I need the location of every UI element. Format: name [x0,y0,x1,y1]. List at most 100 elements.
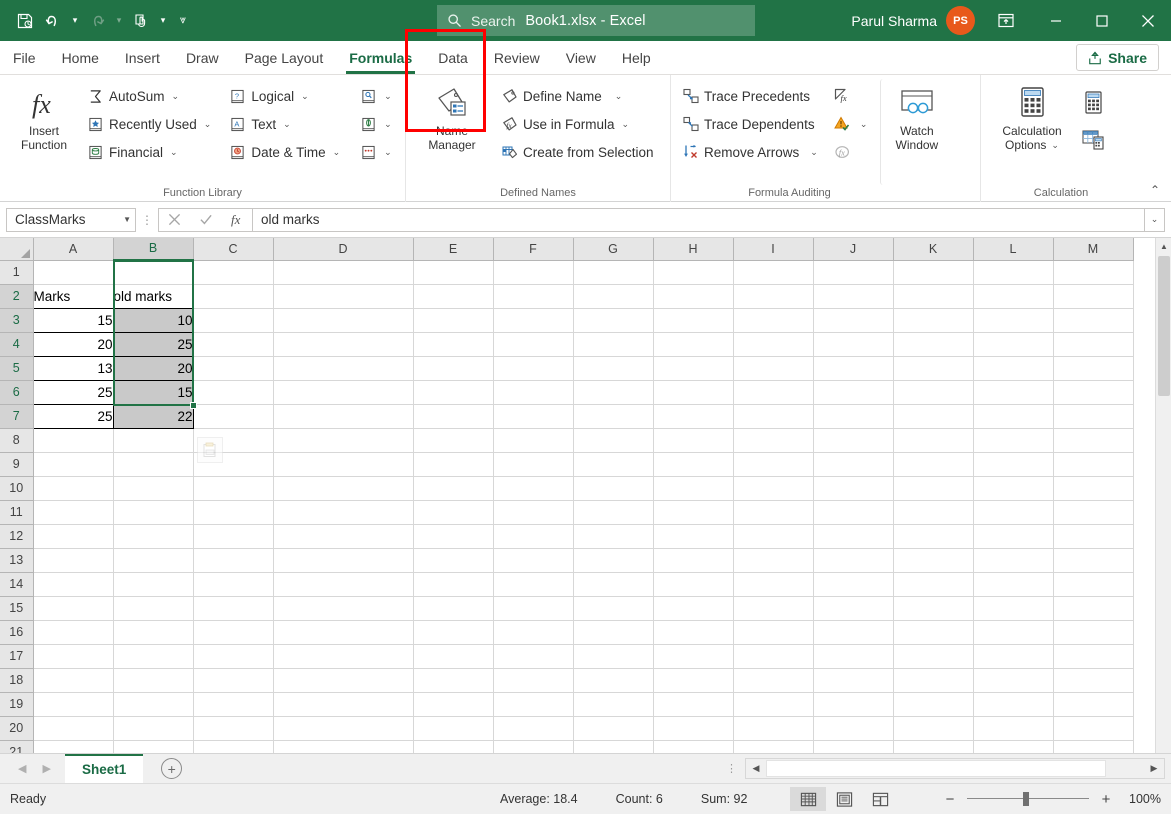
column-header-a[interactable]: A [33,238,114,261]
date-time-button[interactable]: Date & Time ⌄ [224,138,345,166]
row-header-19[interactable]: 19 [0,692,34,717]
cell-a19[interactable] [33,692,114,717]
cell-h21[interactable] [653,740,734,753]
cell-c15[interactable] [193,596,274,621]
cell-c11[interactable] [193,500,274,525]
autosum-button[interactable]: AutoSum ⌄ [82,82,216,110]
cell-a17[interactable] [33,644,114,669]
cell-g13[interactable] [573,548,654,573]
cell-d13[interactable] [273,548,414,573]
chevron-down-icon[interactable]: ⌄ [204,119,212,130]
cell-f5[interactable] [493,356,574,381]
cell-c18[interactable] [193,668,274,693]
redo-dropdown-icon[interactable]: ▾ [112,8,126,34]
cell-a11[interactable] [33,500,114,525]
cell-j14[interactable] [813,572,894,597]
zoom-in-button[interactable]: + [1099,791,1113,808]
cell-j2[interactable] [813,284,894,309]
cell-l5[interactable] [973,356,1054,381]
cell-c4[interactable] [193,332,274,357]
cell-g11[interactable] [573,500,654,525]
cell-a10[interactable] [33,476,114,501]
cell-f9[interactable] [493,452,574,477]
cell-f11[interactable] [493,500,574,525]
cell-c19[interactable] [193,692,274,717]
cell-a13[interactable] [33,548,114,573]
cell-m4[interactable] [1053,332,1134,357]
zoom-level[interactable]: 100% [1123,792,1161,806]
select-all-button[interactable] [0,238,34,261]
cell-b20[interactable] [113,716,194,741]
cell-l1[interactable] [973,260,1054,285]
scroll-left-icon[interactable]: ◀ [746,759,766,778]
cell-m1[interactable] [1053,260,1134,285]
row-header-5[interactable]: 5 [0,356,34,381]
cell-f6[interactable] [493,380,574,405]
cell-h18[interactable] [653,668,734,693]
row-header-10[interactable]: 10 [0,476,34,501]
cell-f21[interactable] [493,740,574,753]
chevron-down-icon[interactable]: ⌄ [1051,138,1059,152]
cell-d11[interactable] [273,500,414,525]
cell-e3[interactable] [413,308,494,333]
cell-m11[interactable] [1053,500,1134,525]
tab-view[interactable]: View [553,42,609,74]
cell-l17[interactable] [973,644,1054,669]
zoom-slider[interactable] [967,792,1089,806]
cell-j19[interactable] [813,692,894,717]
cell-m15[interactable] [1053,596,1134,621]
cell-h15[interactable] [653,596,734,621]
status-sum[interactable]: Sum: 92 [701,792,748,806]
cell-a1[interactable] [33,260,114,285]
redo-icon[interactable] [84,8,110,34]
cell-m20[interactable] [1053,716,1134,741]
cell-e18[interactable] [413,668,494,693]
cell-a15[interactable] [33,596,114,621]
cell-j21[interactable] [813,740,894,753]
calculate-sheet-button[interactable] [1077,123,1110,155]
cell-c10[interactable] [193,476,274,501]
cell-m19[interactable] [1053,692,1134,717]
cell-e16[interactable] [413,620,494,645]
cell-b12[interactable] [113,524,194,549]
row-header-1[interactable]: 1 [0,260,34,285]
insert-function-button[interactable]: fx Insert Function [6,79,82,185]
cell-b8[interactable] [113,428,194,453]
cell-d10[interactable] [273,476,414,501]
cell-b21[interactable] [113,740,194,753]
zoom-slider-thumb[interactable] [1023,792,1029,806]
page-break-preview-icon[interactable] [862,787,898,811]
row-header-11[interactable]: 11 [0,500,34,525]
cell-g9[interactable] [573,452,654,477]
cell-k17[interactable] [893,644,974,669]
cell-b6[interactable]: 15 [112,379,194,405]
cell-i16[interactable] [733,620,814,645]
trace-dependents-button[interactable]: Trace Dependents [677,110,823,138]
cell-e10[interactable] [413,476,494,501]
cell-g15[interactable] [573,596,654,621]
cell-b19[interactable] [113,692,194,717]
cell-g12[interactable] [573,524,654,549]
column-header-h[interactable]: H [653,238,734,261]
cell-i1[interactable] [733,260,814,285]
cell-k6[interactable] [893,380,974,405]
cell-i21[interactable] [733,740,814,753]
cell-e9[interactable] [413,452,494,477]
cell-h8[interactable] [653,428,734,453]
cell-b9[interactable] [113,452,194,477]
column-header-g[interactable]: G [573,238,654,261]
touch-mode-icon[interactable] [128,8,154,34]
cell-l6[interactable] [973,380,1054,405]
cell-e19[interactable] [413,692,494,717]
cell-m12[interactable] [1053,524,1134,549]
ribbon-display-options-icon[interactable] [979,0,1033,41]
horizontal-scroll-track[interactable] [766,759,1144,778]
cell-j16[interactable] [813,620,894,645]
cell-g20[interactable] [573,716,654,741]
cell-d1[interactable] [273,260,414,285]
cell-h9[interactable] [653,452,734,477]
cell-d17[interactable] [273,644,414,669]
cell-h7[interactable] [653,404,734,429]
cell-e15[interactable] [413,596,494,621]
remove-arrows-button[interactable]: Remove Arrows ⌄ [677,138,823,166]
